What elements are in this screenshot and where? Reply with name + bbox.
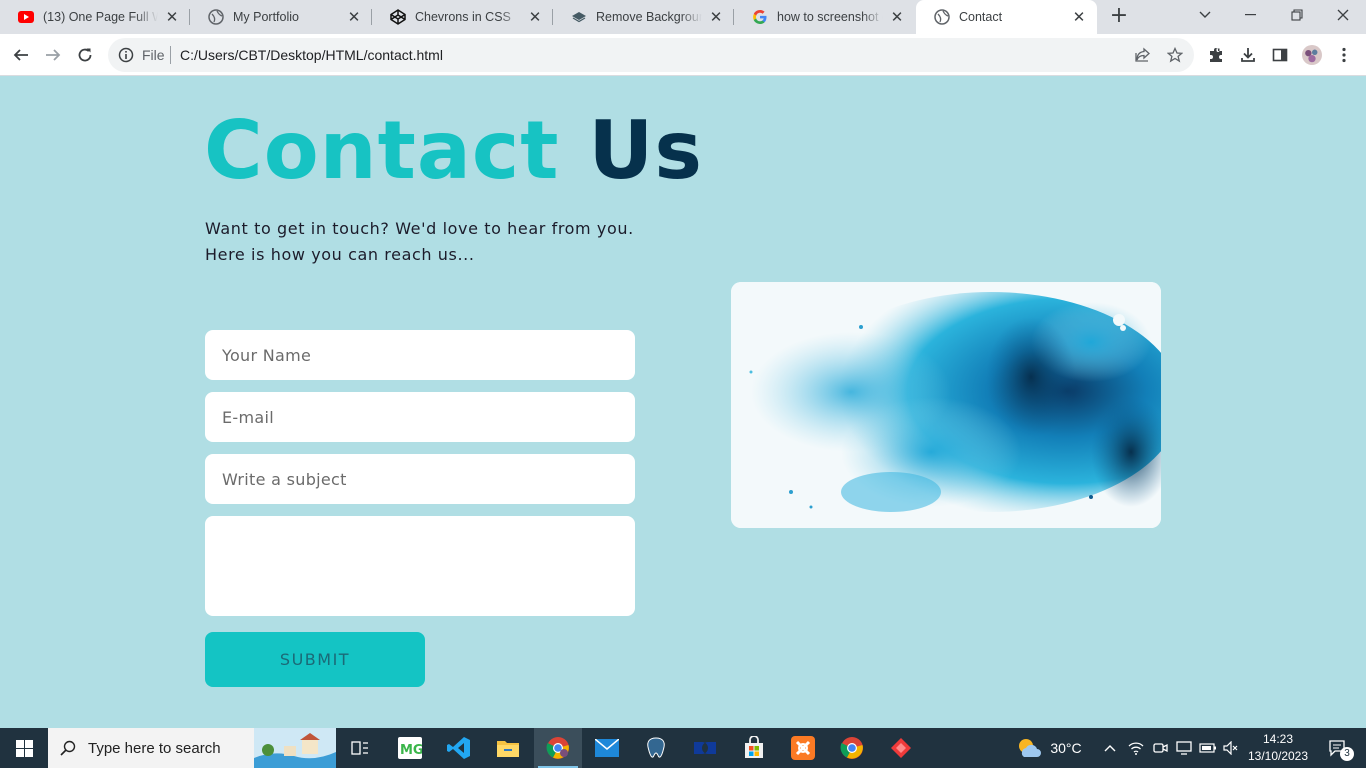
windows-start-icon[interactable] (0, 728, 48, 768)
intro-text: Want to get in touch? We'd love to hear … (205, 219, 634, 264)
file-explorer-icon[interactable] (484, 728, 532, 768)
reload-icon[interactable] (70, 40, 100, 70)
layers-icon (571, 9, 587, 25)
tab-contact[interactable]: Contact ✕ (916, 0, 1097, 34)
close-tab-icon[interactable]: ✕ (346, 9, 362, 25)
menu-icon[interactable] (1334, 45, 1354, 65)
xampp-icon[interactable] (779, 728, 827, 768)
tab-title: Remove Background (596, 10, 702, 24)
notification-count-badge: 3 (1340, 747, 1354, 761)
extensions-icon[interactable] (1206, 45, 1226, 65)
close-tab-icon[interactable]: ✕ (164, 9, 180, 25)
restore-icon[interactable] (1274, 0, 1320, 30)
clock-time: 14:23 (1262, 732, 1294, 746)
subject-input[interactable] (205, 454, 635, 504)
new-tab-button[interactable]: + (1108, 5, 1130, 28)
profile-avatar[interactable] (1302, 45, 1322, 65)
weather-widget[interactable]: 30°C (1014, 728, 1084, 768)
close-tab-icon[interactable]: ✕ (708, 9, 724, 25)
close-tab-icon[interactable]: ✕ (889, 9, 905, 25)
tab-title: Chevrons in CSS (415, 10, 511, 24)
tab-google-search[interactable]: how to screenshot on ✕ (734, 0, 915, 34)
tab-title: Contact (959, 10, 1003, 24)
forward-icon[interactable] (38, 40, 68, 70)
anydesk-icon[interactable] (877, 728, 925, 768)
tab-search-icon[interactable] (1182, 0, 1228, 30)
svg-text:MG: MG (400, 743, 422, 758)
tab-chevrons-css[interactable]: Chevrons in CSS ✕ (372, 0, 553, 34)
battery-icon[interactable] (1198, 728, 1218, 768)
show-hidden-icons[interactable] (1100, 728, 1120, 768)
postgresql-icon[interactable] (632, 728, 680, 768)
tab-remove-background[interactable]: Remove Background ✕ (553, 0, 734, 34)
browser-toolbar: File C:/Users/CBT/Desktop/HTML/contact.h… (0, 34, 1366, 76)
weather-partly-cloudy-icon (1019, 739, 1042, 757)
tab-title: My Portfolio (233, 10, 299, 24)
back-icon[interactable] (6, 40, 36, 70)
dolby-icon[interactable] (681, 728, 729, 768)
vscode-icon[interactable] (435, 728, 483, 768)
email-input[interactable] (205, 392, 635, 442)
wifi-icon[interactable] (1126, 728, 1146, 768)
taskbar-search-box[interactable]: Type here to search (48, 728, 336, 768)
search-highlight-illustration (254, 728, 336, 768)
taskbar-clock[interactable]: 14:23 13/10/2023 (1244, 731, 1312, 765)
notification-center-icon[interactable]: 3 (1318, 728, 1358, 768)
chrome-icon[interactable] (828, 728, 876, 768)
task-view-icon[interactable] (336, 728, 384, 768)
store-icon[interactable] (730, 728, 778, 768)
blue-paint-splash-image (731, 282, 1161, 528)
display-icon[interactable] (1174, 728, 1194, 768)
submit-button[interactable]: SUBMIT (205, 632, 425, 687)
tab-my-portfolio[interactable]: My Portfolio ✕ (190, 0, 372, 34)
side-panel-icon[interactable] (1270, 45, 1290, 65)
url-text[interactable]: C:/Users/CBT/Desktop/HTML/contact.html (180, 47, 443, 63)
heading-contact: Contact (204, 104, 560, 197)
close-tab-icon[interactable]: ✕ (1071, 9, 1087, 25)
page-title: Contact Us (204, 106, 703, 196)
close-window-icon[interactable] (1320, 0, 1366, 30)
close-tab-icon[interactable]: ✕ (527, 9, 543, 25)
meet-now-icon[interactable] (1150, 728, 1170, 768)
mg-app-icon[interactable]: MG (386, 728, 434, 768)
globe-icon (934, 9, 950, 25)
tab-title: (13) One Page Full Website (43, 10, 158, 24)
windows-taskbar: Type here to search MG 30°C 14:23 13/10/… (0, 728, 1366, 768)
tab-youtube[interactable]: (13) One Page Full Website ✕ (0, 0, 190, 34)
tab-strip: (13) One Page Full Website ✕ My Portfoli… (0, 0, 1366, 34)
google-icon (752, 9, 768, 25)
globe-icon (208, 9, 224, 25)
info-icon[interactable] (118, 47, 134, 63)
clock-date: 13/10/2023 (1247, 749, 1309, 763)
mail-icon[interactable] (583, 728, 631, 768)
address-bar[interactable]: File C:/Users/CBT/Desktop/HTML/contact.h… (108, 38, 1194, 72)
share-icon[interactable] (1134, 46, 1152, 64)
chrome-icon[interactable] (534, 728, 582, 768)
bookmark-star-icon[interactable] (1166, 46, 1184, 64)
scheme-label: File (142, 47, 165, 63)
download-icon[interactable] (1238, 45, 1258, 65)
name-input[interactable] (205, 330, 635, 380)
minimize-icon[interactable] (1228, 0, 1274, 30)
search-placeholder: Type here to search (88, 739, 221, 757)
heading-us: Us (588, 104, 703, 197)
youtube-icon (18, 9, 34, 25)
tab-title: how to screenshot on (777, 10, 883, 24)
message-textarea[interactable] (205, 516, 635, 616)
search-icon (48, 728, 88, 768)
codepen-icon (390, 9, 406, 25)
weather-temperature: 30°C (1050, 740, 1082, 756)
volume-muted-icon[interactable] (1220, 728, 1242, 768)
